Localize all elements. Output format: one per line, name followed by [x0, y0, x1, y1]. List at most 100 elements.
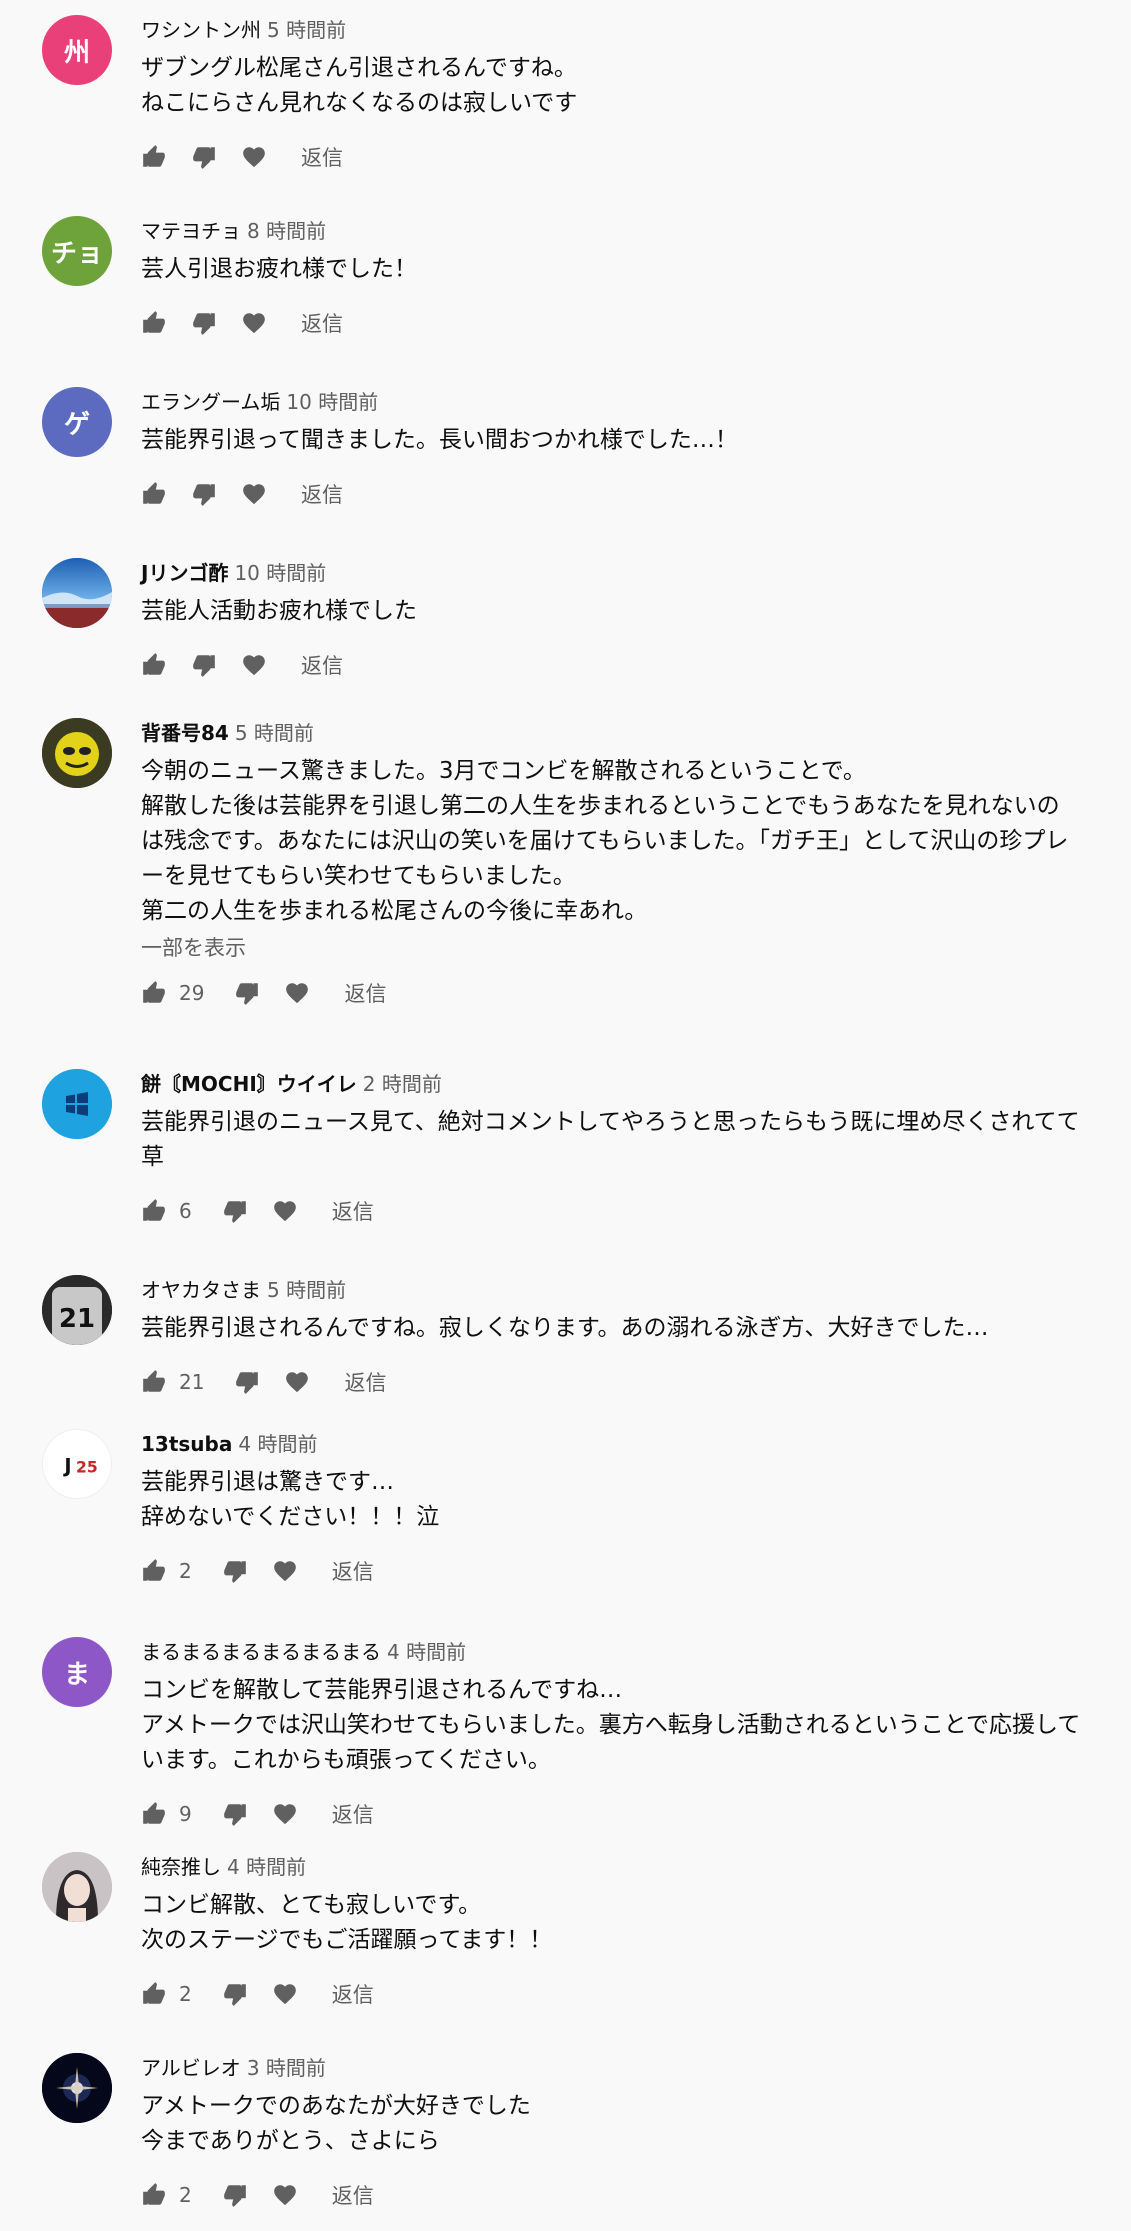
dislike-button[interactable] — [234, 973, 260, 1013]
reply-button[interactable]: 返信 — [344, 1367, 386, 1397]
reply-button[interactable]: 返信 — [332, 1556, 374, 1586]
author-name[interactable]: 餅〘MOCHI〙ウイイレ — [141, 1072, 357, 1096]
comment-header: 餅〘MOCHI〙ウイイレ 2 時間前 — [141, 1069, 1086, 1099]
like-button[interactable] — [141, 1974, 167, 2014]
avatar[interactable]: チョ — [42, 216, 112, 286]
avatar[interactable]: 州 — [42, 15, 112, 85]
heart-icon — [241, 310, 267, 336]
star-photo-avatar-icon — [42, 2053, 112, 2123]
dislike-button[interactable] — [222, 1551, 248, 1591]
heart-icon — [272, 2182, 298, 2208]
published-time[interactable]: 4 時間前 — [238, 1432, 317, 1456]
published-time[interactable]: 10 時間前 — [234, 561, 326, 585]
dislike-button[interactable] — [191, 645, 217, 685]
avatar[interactable] — [42, 558, 112, 628]
comment-actions: 返信 — [141, 137, 1086, 177]
heart-icon — [272, 1558, 298, 1584]
heart-button[interactable] — [272, 2175, 298, 2215]
like-count: 29 — [179, 981, 205, 1005]
published-time[interactable]: 5 時間前 — [267, 1278, 346, 1302]
svg-text:J: J — [62, 1455, 71, 1478]
reply-button[interactable]: 返信 — [344, 978, 386, 1008]
published-time[interactable]: 10 時間前 — [286, 390, 378, 414]
reply-button[interactable]: 返信 — [332, 1196, 374, 1226]
thumbs-down-icon — [191, 144, 217, 170]
like-button[interactable] — [141, 474, 167, 514]
comment-text: ザブングル松尾さん引退されるんですね。 ねこにらさん見れなくなるのは寂しいです — [141, 55, 578, 116]
author-name[interactable]: 背番号84 — [141, 721, 229, 745]
comment-actions: 返信 — [141, 645, 1086, 685]
heart-button[interactable] — [272, 1794, 298, 1834]
dislike-button[interactable] — [191, 303, 217, 343]
author-name[interactable]: アルビレオ — [141, 2056, 241, 2080]
published-time[interactable]: 8 時間前 — [247, 219, 326, 243]
heart-button[interactable] — [272, 1191, 298, 1231]
like-button[interactable] — [141, 1551, 167, 1591]
comments-section: 州 ワシントン州 5 時間前 ザブングル松尾さん引退されるんですね。 ねこにらさん… — [0, 0, 1131, 2231]
author-name[interactable]: マテヨチョ — [141, 219, 241, 243]
avatar[interactable] — [42, 2053, 112, 2123]
like-button[interactable] — [141, 1362, 167, 1402]
comment-actions: 返信 — [141, 303, 1086, 343]
published-time[interactable]: 5 時間前 — [235, 721, 314, 745]
like-button[interactable] — [141, 137, 167, 177]
author-name[interactable]: Jリンゴ酢 — [141, 561, 228, 585]
avatar[interactable] — [42, 1852, 112, 1922]
heart-button[interactable] — [284, 973, 310, 1013]
dislike-button[interactable] — [222, 1191, 248, 1231]
show-less-button[interactable]: 一部を表示 — [141, 933, 1086, 963]
published-time[interactable]: 2 時間前 — [363, 1072, 442, 1096]
reply-button[interactable]: 返信 — [301, 650, 343, 680]
comment-actions: 2 返信 — [141, 1551, 1086, 1591]
reply-button[interactable]: 返信 — [301, 308, 343, 338]
avatar[interactable]: J 25 — [42, 1429, 112, 1499]
dislike-button[interactable] — [222, 2175, 248, 2215]
author-name[interactable]: ワシントン州 — [141, 18, 261, 42]
heart-button[interactable] — [241, 645, 267, 685]
avatar[interactable]: 21 — [42, 1275, 112, 1345]
author-name[interactable]: エラングーム垢 — [141, 390, 280, 414]
heart-button[interactable] — [241, 137, 267, 177]
published-time[interactable]: 4 時間前 — [387, 1640, 466, 1664]
like-button[interactable] — [141, 973, 167, 1013]
like-button[interactable] — [141, 303, 167, 343]
published-time[interactable]: 3 時間前 — [247, 2056, 326, 2080]
reply-button[interactable]: 返信 — [301, 142, 343, 172]
comment-actions: 9 返信 — [141, 1794, 1086, 1834]
heart-button[interactable] — [284, 1362, 310, 1402]
avatar[interactable] — [42, 718, 112, 788]
dislike-button[interactable] — [191, 474, 217, 514]
author-name[interactable]: オヤカタさま — [141, 1278, 261, 1302]
dislike-button[interactable] — [222, 1794, 248, 1834]
heart-button[interactable] — [241, 474, 267, 514]
comment-header: 13tsuba 4 時間前 — [141, 1429, 1086, 1459]
reply-button[interactable]: 返信 — [301, 479, 343, 509]
heart-button[interactable] — [241, 303, 267, 343]
author-name[interactable]: 純奈推し — [141, 1855, 221, 1879]
author-name[interactable]: 13tsuba — [141, 1432, 232, 1456]
dislike-button[interactable] — [222, 1974, 248, 2014]
heart-icon — [272, 1981, 298, 2007]
avatar[interactable]: ゲ — [42, 387, 112, 457]
reply-button[interactable]: 返信 — [332, 1979, 374, 2009]
avatar[interactable] — [42, 1069, 112, 1139]
like-button[interactable] — [141, 645, 167, 685]
like-button[interactable] — [141, 1794, 167, 1834]
published-time[interactable]: 5 時間前 — [267, 18, 346, 42]
published-time[interactable]: 4 時間前 — [227, 1855, 306, 1879]
thumbs-down-icon — [191, 481, 217, 507]
avatar[interactable]: ま — [42, 1637, 112, 1707]
heart-button[interactable] — [272, 1551, 298, 1591]
yellow-mask-avatar-icon — [42, 718, 112, 788]
like-button[interactable] — [141, 2175, 167, 2215]
like-button[interactable] — [141, 1191, 167, 1231]
heart-button[interactable] — [272, 1974, 298, 2014]
comment-text: 芸人引退お疲れ様でした！ — [141, 256, 417, 282]
dislike-button[interactable] — [234, 1362, 260, 1402]
reply-button[interactable]: 返信 — [332, 2180, 374, 2210]
author-name[interactable]: まるまるまるまるまるまる — [141, 1640, 381, 1664]
windows-logo-avatar-icon — [42, 1069, 112, 1139]
comment-actions: 2 返信 — [141, 2175, 1086, 2215]
reply-button[interactable]: 返信 — [332, 1799, 374, 1829]
dislike-button[interactable] — [191, 137, 217, 177]
